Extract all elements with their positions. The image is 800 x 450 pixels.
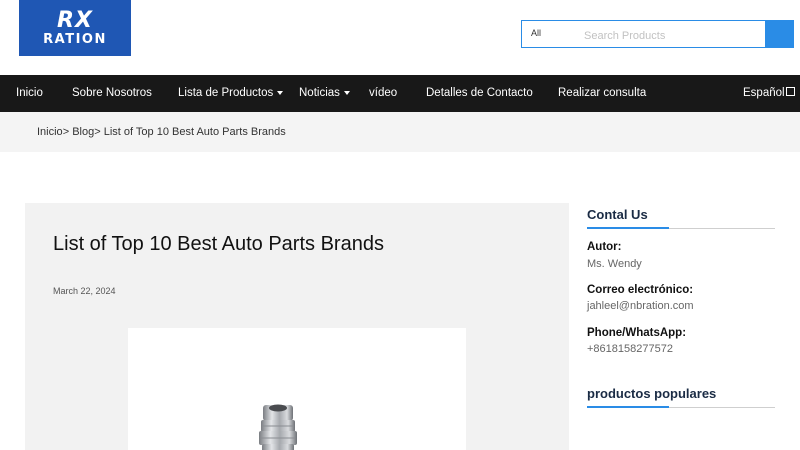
nav-item-label: Inicio [16,87,43,99]
auto-part-illustration [259,404,297,450]
breadcrumb: Inicio> Blog> List of Top 10 Best Auto P… [37,112,286,152]
article-title: List of Top 10 Best Auto Parts Brands [53,233,384,255]
search-input[interactable] [578,21,766,47]
product-image [128,328,466,450]
nav-item-noticias[interactable]: Noticias [299,75,350,112]
email-label: Correo electrónico: [587,284,694,296]
nav-item-detalles-de-contacto[interactable]: Detalles de Contacto [426,75,533,112]
popular-products-label: productos populares [587,386,717,401]
breadcrumb-separator: > [94,126,101,138]
author-label: Autor: [587,241,622,253]
article-date: March 22, 2024 [53,286,116,296]
breadcrumb-bar: Inicio> Blog> List of Top 10 Best Auto P… [0,112,800,152]
breadcrumb-blog[interactable]: Blog [72,126,94,138]
logo-text: RATION [43,32,107,47]
heading-underline [587,227,669,229]
author-value: Ms. Wendy [587,258,642,270]
breadcrumb-separator: > [62,126,70,138]
main-nav: Inicio Sobre Nosotros Lista de Productos… [0,75,800,112]
chevron-down-icon [343,90,350,95]
nav-item-lista-de-productos[interactable]: Lista de Productos [178,75,284,112]
header: RX RATION All [0,0,800,75]
brand-logo[interactable]: RX RATION [19,0,131,56]
heading-underline [587,406,669,408]
article-card: List of Top 10 Best Auto Parts Brands Ma… [25,203,569,450]
phone-label: Phone/WhatsApp: [587,327,687,339]
language-icon [785,87,795,97]
language-label: Español [743,87,785,99]
logo-mark: RX [57,8,93,33]
nav-item-inicio[interactable]: Inicio [16,75,43,112]
phone-link[interactable]: +8618158277572 [587,343,673,355]
chevron-down-icon [277,90,284,95]
nav-item-label: Realizar consulta [558,87,647,99]
nav-item-realizar-consulta[interactable]: Realizar consulta [558,75,646,112]
breadcrumb-home[interactable]: Inicio [37,126,63,138]
search-button[interactable] [765,21,793,47]
language-selector[interactable]: Español [743,75,795,112]
nav-item-video[interactable]: vídeo [369,75,397,112]
nav-item-label: Detalles de Contacto [426,87,533,99]
contact-heading: Contal Us [587,207,775,229]
search-category-select[interactable]: All [522,21,578,47]
search-bar: All [521,20,794,48]
nav-item-label: vídeo [369,87,398,99]
popular-products-heading: productos populares [587,386,775,408]
nav-item-label: Noticias [299,87,340,99]
contact-heading-label: Contal Us [587,207,648,222]
nav-item-label: Lista de Productos [178,87,274,99]
email-link[interactable]: jahleel@nbration.com [587,300,694,312]
nav-item-label: Sobre Nosotros [72,87,152,99]
nav-item-sobre-nosotros[interactable]: Sobre Nosotros [72,75,152,112]
breadcrumb-current: List of Top 10 Best Auto Parts Brands [103,126,286,138]
